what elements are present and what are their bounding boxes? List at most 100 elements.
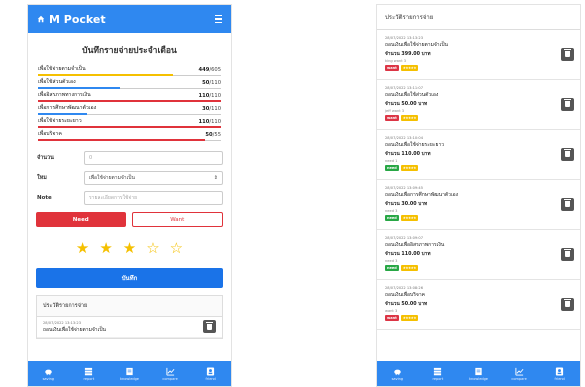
- history-rating: ★★★★★: [400, 265, 418, 271]
- history-rating: ★★★★★: [400, 315, 418, 321]
- budget-amount: 110/110: [199, 93, 222, 99]
- history-tag: need: [385, 215, 399, 221]
- need-button[interactable]: Need: [36, 212, 126, 227]
- save-button[interactable]: บันทึก: [36, 268, 223, 288]
- budget-row: เพื่อใช้จ่ายระยะยาว 110/110: [38, 115, 221, 128]
- note-label: Note: [37, 195, 52, 201]
- nav-item-saving[interactable]: saving: [378, 367, 416, 381]
- type-label: ใหม: [37, 175, 47, 181]
- history-item: 28/07/2022 13:09:07 ถอนเงินเพื่ออิสรภาพกา…: [377, 230, 580, 280]
- amount-input[interactable]: 0: [84, 151, 223, 165]
- star-empty-icon[interactable]: ☆: [170, 241, 183, 256]
- nav-item-compare[interactable]: compare: [500, 367, 538, 381]
- budget-list: เพื่อใช้จ่ายตามจำเป็น 449/605 เพื่อใช้ส่วน…: [38, 63, 221, 141]
- want-button[interactable]: Want: [131, 212, 223, 227]
- star-filled-icon[interactable]: ★: [76, 241, 89, 256]
- budget-amount: 50/55: [205, 132, 221, 138]
- history-date: 28/07/2022 13:10:04: [385, 136, 423, 140]
- note-input[interactable]: รายละเอียดการใช้จ่าย: [84, 191, 223, 205]
- budget-spent: 449: [198, 67, 210, 73]
- trash-icon[interactable]: [561, 297, 574, 311]
- budget-label: เพื่ออิสรภาพทางการเงิน: [38, 92, 91, 98]
- trash-icon[interactable]: [561, 147, 574, 161]
- history-date: 28/07/2022 13:11:07: [385, 86, 423, 90]
- piggy-bank-icon: [44, 367, 53, 376]
- star-empty-icon[interactable]: ☆: [146, 241, 159, 256]
- nav-item-saving[interactable]: saving: [29, 367, 67, 381]
- type-select-value: เพื่อใช้จ่ายตามจำเป็น: [89, 175, 135, 181]
- history-tag: want: [385, 65, 399, 71]
- main-screen: M Pocket บันทึกรายจ่ายประจำเดือน เพื่อใช…: [27, 4, 232, 387]
- budget-total: /110: [209, 80, 221, 86]
- stack-icon: [84, 367, 93, 376]
- note-placeholder: รายละเอียดการใช้จ่าย: [89, 195, 138, 201]
- star-filled-icon[interactable]: ★: [123, 241, 136, 256]
- budget-label: เพื่อใช้จ่ายระยะยาว: [38, 118, 82, 124]
- nav-label: friend: [554, 376, 565, 381]
- nav-item-report[interactable]: report: [70, 367, 108, 381]
- home-icon: [37, 13, 45, 26]
- history-name: ถอนเงินเพื่อใช้จ่ายตามจำเป็น: [43, 327, 106, 333]
- history-rating: ★★★★★: [400, 115, 418, 121]
- top-bar: M Pocket: [28, 5, 231, 33]
- nav-item-knowledge[interactable]: knowledge: [459, 367, 497, 381]
- amount-placeholder: 0: [89, 155, 93, 161]
- history-name: ถอนเงินเพื่ออิสรภาพการเงิน: [385, 242, 445, 248]
- budget-row: เพื่ออิสรภาพทางการเงิน 110/110: [38, 89, 221, 102]
- history-date: 28/07/2022 13:09:07: [385, 236, 423, 240]
- chevron-updown-icon: ⇕: [213, 175, 218, 181]
- history-user: need 3: [385, 259, 398, 263]
- trash-icon[interactable]: [561, 97, 574, 111]
- amount-label: จำนวน: [37, 155, 54, 161]
- budget-spent: 110: [198, 93, 210, 99]
- history-rating: ★★★★★: [400, 65, 418, 71]
- nav-item-friend[interactable]: friend: [192, 366, 230, 381]
- star-rating: ★ ★ ★ ☆ ☆: [36, 241, 223, 256]
- nav-item-compare[interactable]: compare: [151, 367, 189, 381]
- nav-label: knowledge: [119, 376, 139, 381]
- budget-amount: 30/110: [202, 106, 221, 112]
- stack-icon: [433, 367, 442, 376]
- trash-icon[interactable]: [561, 247, 574, 261]
- type-select[interactable]: เพื่อใช้จ่ายตามจำเป็น ⇕: [84, 171, 223, 185]
- nav-item-knowledge[interactable]: knowledge: [110, 367, 148, 381]
- budget-total: /55: [212, 132, 221, 138]
- history-panel: ประวัติรายการจ่าย 28/07/2022 13:13:23 ถอ…: [36, 295, 223, 339]
- star-filled-icon[interactable]: ★: [99, 241, 112, 256]
- history-name: ถอนเงินเพื่อใช้จ่ายตามจำเป็น: [385, 42, 448, 48]
- chart-icon: [166, 367, 175, 376]
- nav-item-friend[interactable]: friend: [541, 366, 579, 381]
- history-tag: need: [385, 165, 399, 171]
- trash-icon[interactable]: [203, 320, 216, 333]
- budget-row: เพื่อการศึกษาพัฒนาตัวเอง 30/110: [38, 102, 221, 115]
- nav-label: friend: [205, 376, 216, 381]
- history-date: 28/07/2022 13:09:45: [385, 186, 423, 190]
- history-tags: need ★★★★★: [385, 265, 572, 271]
- history-name: ถอนเงินเพื่อใช้ส่วนตัวเอง: [385, 92, 439, 98]
- history-tags: need ★★★★★: [385, 165, 572, 171]
- nav-label: compare: [162, 376, 178, 381]
- history-item: 28/07/2022 13:13:23 ถอนเงินเพื่อใช้จ่ายตา…: [377, 30, 580, 80]
- history-date: 28/07/2022 13:13:23: [43, 321, 81, 325]
- budget-row: เพื่อใช้จ่ายตามจำเป็น 449/605: [38, 63, 221, 76]
- app-brand[interactable]: M Pocket: [37, 13, 106, 26]
- history-item: 28/07/2022 13:09:45 ถอนเงินเพื่อการศึกษาพ…: [377, 180, 580, 230]
- budget-amount: 50/110: [202, 80, 221, 86]
- nav-item-report[interactable]: report: [419, 367, 457, 381]
- budget-row: เพื่อใช้ส่วนตัวเอง 50/110: [38, 76, 221, 89]
- budget-label: เพื่อใช้ส่วนตัวเอง: [38, 79, 76, 85]
- history-amount: จำนวน 110.00 บาท: [385, 152, 431, 157]
- budget-amount: 449/605: [199, 67, 222, 73]
- budget-label: เพื่อใช้จ่ายตามจำเป็น: [38, 66, 86, 72]
- menu-icon[interactable]: [215, 14, 222, 24]
- budget-spent: 110: [198, 119, 210, 125]
- history-date: 28/07/2022 13:08:26: [385, 286, 423, 290]
- trash-icon[interactable]: [561, 197, 574, 211]
- history-tag: want: [385, 115, 399, 121]
- budget-progress-bar: [38, 139, 205, 141]
- history-amount: จำนวน 50.00 บาท: [385, 302, 428, 307]
- trash-icon[interactable]: [561, 47, 574, 61]
- history-amount: จำนวน 110.00 บาท: [385, 252, 431, 257]
- history-rating: ★★★★★: [400, 215, 418, 221]
- nav-label: saving: [391, 376, 404, 381]
